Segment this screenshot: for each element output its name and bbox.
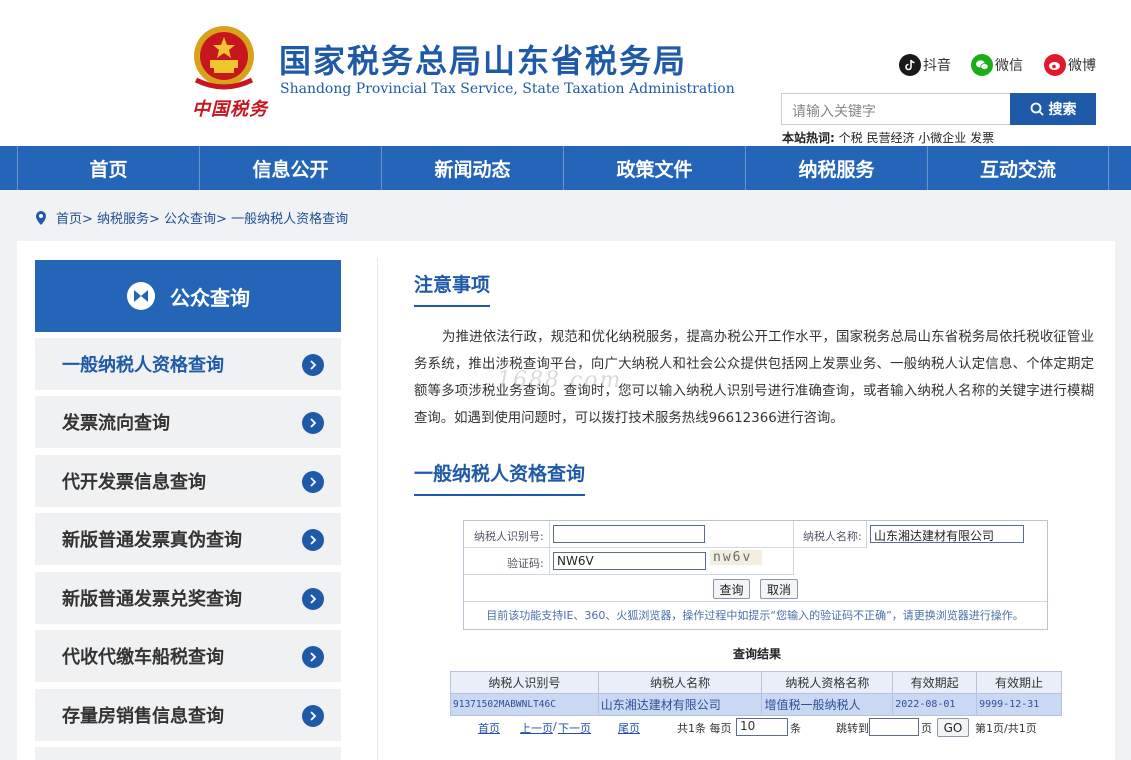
site-title: 国家税务总局山东省税务局 <box>279 42 688 80</box>
chevron-right-icon <box>302 412 324 434</box>
pager-page-unit: 页 <box>921 722 932 735</box>
china-tax-signature: 中国税务 <box>192 99 268 120</box>
pager-total: 共1条 每页 <box>677 722 732 735</box>
sidebar-item-general-taxpayer[interactable]: 一般纳税人资格查询 <box>35 338 341 390</box>
nav-news[interactable]: 新闻动态 <box>381 146 563 190</box>
sidebar-item-more[interactable] <box>35 747 341 760</box>
cell-taxpayer-name: 山东湘达建材有限公司 <box>597 693 763 716</box>
table-row[interactable]: 91371502MABWNLT46C 山东湘达建材有限公司 增值税一般纳税人 2… <box>450 693 1062 716</box>
query-button[interactable]: 查询 <box>713 579 750 599</box>
sidebar-item-label: 代收代缴车船税查询 <box>62 647 224 668</box>
per-page-input[interactable]: 10 <box>736 718 788 736</box>
cancel-button[interactable]: 取消 <box>760 579 798 599</box>
captcha-label: 验证码: <box>507 557 544 570</box>
sidebar-item-invoice-authenticity[interactable]: 新版普通发票真伪查询 <box>35 513 341 565</box>
results-table: 纳税人识别号 纳税人名称 纳税人资格名称 有效期起 有效期止 91371502M… <box>450 671 1062 716</box>
breadcrumb-text[interactable]: 首页> 纳税服务> 公众查询> 一般纳税人资格查询 <box>56 208 348 227</box>
col-valid-to: 有效期止 <box>976 671 1062 694</box>
chevron-right-icon <box>302 471 324 493</box>
location-pin-icon <box>36 210 46 225</box>
taxpayer-id-input[interactable] <box>553 525 705 543</box>
chevron-right-icon <box>302 705 324 727</box>
pager-prev[interactable]: 上一页 <box>520 720 553 736</box>
table-header-row: 纳税人识别号 纳税人名称 纳税人资格名称 有效期起 有效期止 <box>450 671 1062 694</box>
site-subtitle: Shandong Provincial Tax Service, State T… <box>280 81 735 97</box>
search-button-label: 搜索 <box>1048 102 1077 118</box>
wechat-link[interactable]: 微信 <box>971 54 1023 76</box>
notice-title: 注意事项 <box>414 270 491 307</box>
search-input[interactable]: 请输入关键字 <box>781 93 1011 125</box>
captcha-input[interactable]: NW6V <box>553 552 706 570</box>
sidebar-item-invoice-lottery[interactable]: 新版普通发票兑奖查询 <box>35 572 341 624</box>
sidebar-item-invoice-flow[interactable]: 发票流向查询 <box>35 396 341 448</box>
go-button[interactable]: GO <box>937 718 969 737</box>
chevron-right-icon <box>302 646 324 668</box>
wechat-icon <box>971 54 993 76</box>
column-divider <box>377 258 378 760</box>
chevron-right-icon <box>302 588 324 610</box>
pager-first[interactable]: 首页 <box>478 720 500 736</box>
pager-jump-label: 跳转到 <box>836 722 869 735</box>
weibo-link[interactable]: 微博 <box>1044 54 1096 76</box>
taxpayer-id-label: 纳税人识别号: <box>474 530 544 543</box>
sidebar-item-label: 一般纳税人资格查询 <box>62 355 224 376</box>
weibo-icon <box>1044 54 1066 76</box>
taxpayer-name-label: 纳税人名称: <box>803 530 862 543</box>
col-taxpayer-id: 纳税人识别号 <box>450 671 599 694</box>
sidebar-item-vehicle-tax[interactable]: 代收代缴车船税查询 <box>35 630 341 682</box>
pager-next[interactable]: 下一页 <box>558 720 591 736</box>
site-header: 中国税务 国家税务总局山东省税务局 Shandong Provincial Ta… <box>0 0 1131 146</box>
douyin-icon <box>899 54 921 76</box>
nav-info-disclosure[interactable]: 信息公开 <box>199 146 381 190</box>
weibo-label: 微博 <box>1068 58 1096 74</box>
results-title: 查询结果 <box>733 647 782 661</box>
browser-tip: 目前该功能支持IE、360、火狐浏览器，操作过程中如提示“您输入的验证码不正确”… <box>486 609 1024 622</box>
pager-status: 第1页/共1页 <box>975 722 1037 735</box>
chevron-right-icon <box>302 529 324 551</box>
sidebar-item-proxy-invoice[interactable]: 代开发票信息查询 <box>35 455 341 507</box>
captcha-image[interactable]: nw6v <box>710 550 762 565</box>
sidebar-item-label: 代开发票信息查询 <box>62 472 206 493</box>
col-taxpayer-name: 纳税人名称 <box>597 671 763 694</box>
sidebar-title: 公众查询 <box>170 285 250 310</box>
jump-page-input[interactable] <box>869 718 919 736</box>
watermark: 1688.com <box>497 368 623 393</box>
sidebar-item-label: 存量房销售信息查询 <box>62 706 224 727</box>
pager-unit: 条 <box>790 722 801 735</box>
main-nav: 首页 信息公开 新闻动态 政策文件 纳税服务 互动交流 <box>0 146 1131 190</box>
search-icon <box>1030 102 1044 116</box>
sidebar-item-label: 新版普通发票兑奖查询 <box>62 589 242 610</box>
douyin-label: 抖音 <box>923 58 951 74</box>
chevron-right-icon <box>302 354 324 376</box>
cell-qualification: 增值税一般纳税人 <box>761 693 894 716</box>
douyin-link[interactable]: 抖音 <box>899 54 951 76</box>
col-valid-from: 有效期起 <box>892 671 978 694</box>
taxpayer-name-input[interactable]: 山东湘达建材有限公司 <box>870 525 1024 543</box>
hot-words-label: 本站热词: <box>782 131 835 145</box>
pager-last[interactable]: 尾页 <box>618 720 640 736</box>
cell-valid-from: 2022-08-01 <box>892 693 978 716</box>
query-section-title: 一般纳税人资格查询 <box>414 459 586 496</box>
cell-taxpayer-id: 91371502MABWNLT46C <box>450 693 599 716</box>
pager-separator: / <box>553 720 557 733</box>
form-cell <box>464 575 1047 602</box>
nav-home[interactable]: 首页 <box>17 146 199 190</box>
hot-words: 本站热词: 个税 民营经济 小微企业 发票 <box>782 129 994 146</box>
sidebar-header: 公众查询 <box>35 260 341 332</box>
sidebar-item-housing-sales[interactable]: 存量房销售信息查询 <box>35 689 341 741</box>
hot-words-list[interactable]: 个税 民营经济 小微企业 发票 <box>839 131 994 145</box>
sidebar-item-label: 发票流向查询 <box>62 413 170 434</box>
nav-interaction[interactable]: 互动交流 <box>927 146 1109 190</box>
sidebar-item-label: 新版普通发票真伪查询 <box>62 530 242 551</box>
wechat-label: 微信 <box>995 58 1023 74</box>
breadcrumb: 首页> 纳税服务> 公众查询> 一般纳税人资格查询 <box>34 208 348 227</box>
nav-policy[interactable]: 政策文件 <box>563 146 745 190</box>
cell-valid-to: 9999-12-31 <box>976 693 1062 716</box>
col-qualification: 纳税人资格名称 <box>761 671 894 694</box>
query-logo-icon <box>127 282 155 310</box>
national-emblem-icon <box>194 26 254 90</box>
nav-tax-service[interactable]: 纳税服务 <box>745 146 927 190</box>
search-button[interactable]: 搜索 <box>1010 93 1096 125</box>
